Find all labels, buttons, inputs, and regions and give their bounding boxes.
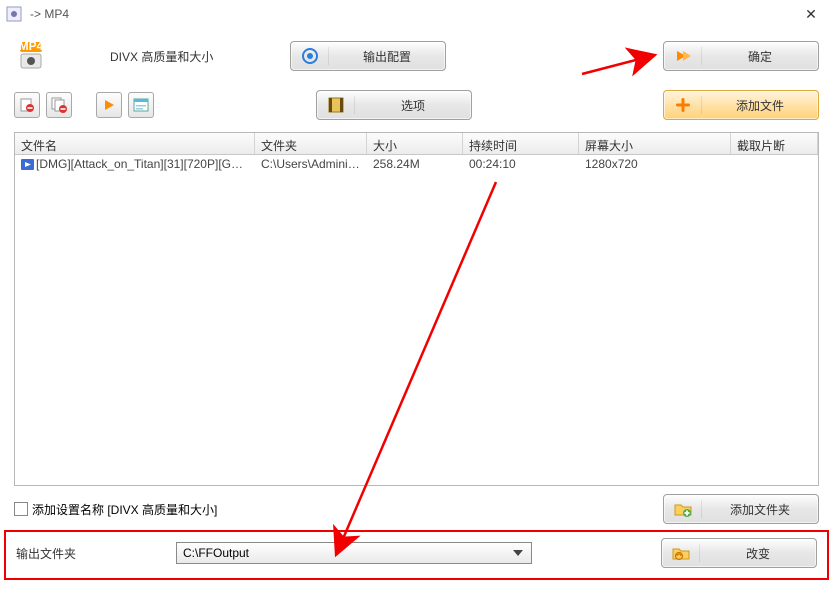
col-size[interactable]: 大小 bbox=[367, 133, 463, 154]
table-row[interactable]: [DMG][Attack_on_Titan][31][720P][GB].mp4… bbox=[15, 155, 818, 175]
document-remove-icon bbox=[19, 97, 35, 113]
gear-icon bbox=[291, 47, 329, 65]
window-title: -> MP4 bbox=[30, 7, 795, 21]
folder-plus-icon bbox=[664, 500, 702, 518]
add-folder-label: 添加文件夹 bbox=[702, 501, 818, 518]
append-settings-label: 添加设置名称 [DIVX 高质量和大小] bbox=[32, 501, 217, 518]
col-duration[interactable]: 持续时间 bbox=[463, 133, 579, 154]
cell-capture bbox=[731, 155, 818, 175]
change-button[interactable]: 改变 bbox=[661, 538, 817, 568]
app-icon bbox=[6, 6, 22, 22]
cell-name-text: [DMG][Attack_on_Titan][31][720P][GB].mp4 bbox=[36, 157, 255, 171]
output-folder-value: C:\FFOutput bbox=[183, 546, 249, 560]
format-icon: MP4 bbox=[14, 42, 50, 70]
output-folder-row: 输出文件夹 C:\FFOutput 改变 bbox=[4, 530, 829, 580]
ok-label: 确定 bbox=[702, 48, 818, 65]
settings-row: 添加设置名称 [DIVX 高质量和大小] 添加文件夹 bbox=[14, 492, 819, 526]
options-button[interactable]: 选项 bbox=[316, 90, 472, 120]
documents-remove-icon bbox=[51, 97, 67, 113]
chevron-down-icon bbox=[509, 543, 527, 563]
file-list-header: 文件名 文件夹 大小 持续时间 屏幕大小 截取片断 bbox=[15, 133, 818, 155]
video-file-icon bbox=[21, 158, 34, 171]
arrow-right-icon bbox=[664, 47, 702, 65]
output-folder-dropdown[interactable]: C:\FFOutput bbox=[176, 542, 532, 564]
add-file-button[interactable]: 添加文件 bbox=[663, 90, 819, 120]
ok-button[interactable]: 确定 bbox=[663, 41, 819, 71]
play-button[interactable] bbox=[96, 92, 122, 118]
cell-duration: 00:24:10 bbox=[463, 155, 579, 175]
col-resolution[interactable]: 屏幕大小 bbox=[579, 133, 731, 154]
title-bar: -> MP4 ✕ bbox=[0, 0, 833, 28]
col-folder[interactable]: 文件夹 bbox=[255, 133, 367, 154]
add-file-label: 添加文件 bbox=[702, 97, 818, 114]
svg-text:MP4: MP4 bbox=[19, 42, 44, 53]
col-capture[interactable]: 截取片断 bbox=[731, 133, 818, 154]
output-config-label: 输出配置 bbox=[329, 48, 445, 65]
file-list: 文件名 文件夹 大小 持续时间 屏幕大小 截取片断 [DMG][Attack_o… bbox=[14, 132, 819, 486]
close-button[interactable]: ✕ bbox=[795, 6, 827, 23]
cell-size: 258.24M bbox=[367, 155, 463, 175]
add-folder-button[interactable]: 添加文件夹 bbox=[663, 494, 819, 524]
cell-name: [DMG][Attack_on_Titan][31][720P][GB].mp4 bbox=[15, 155, 255, 175]
cell-resolution: 1280x720 bbox=[579, 155, 731, 175]
properties-icon bbox=[133, 97, 149, 113]
change-label: 改变 bbox=[700, 545, 816, 562]
output-config-button[interactable]: 输出配置 bbox=[290, 41, 446, 71]
output-folder-caption: 输出文件夹 bbox=[16, 545, 176, 562]
options-label: 选项 bbox=[355, 97, 471, 114]
plus-icon bbox=[664, 96, 702, 114]
cell-folder: C:\Users\Administr... bbox=[255, 155, 367, 175]
col-name[interactable]: 文件名 bbox=[15, 133, 255, 154]
info-button[interactable] bbox=[128, 92, 154, 118]
clear-button[interactable] bbox=[46, 92, 72, 118]
append-settings-checkbox[interactable] bbox=[14, 502, 28, 516]
profile-label: DIVX 高质量和大小 bbox=[110, 48, 290, 65]
film-icon bbox=[317, 96, 355, 114]
remove-button[interactable] bbox=[14, 92, 40, 118]
folder-open-icon bbox=[662, 544, 700, 562]
play-icon bbox=[101, 97, 117, 113]
